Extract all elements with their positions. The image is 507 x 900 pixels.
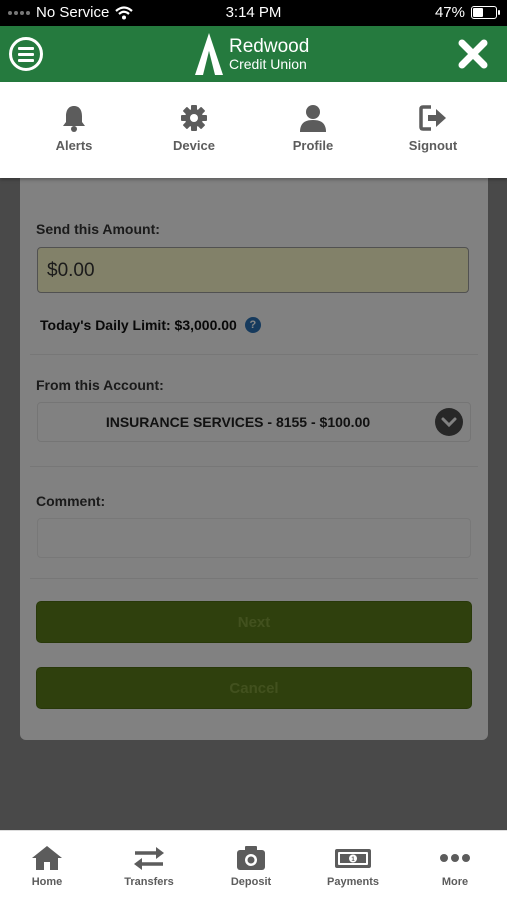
tab-deposit-label: Deposit bbox=[230, 876, 272, 888]
user-icon bbox=[300, 105, 326, 132]
device-action[interactable]: Device bbox=[134, 104, 254, 153]
tab-home-label: Home bbox=[31, 876, 63, 888]
signout-icon bbox=[419, 105, 446, 131]
battery-fill bbox=[473, 8, 483, 17]
transfer-icon bbox=[134, 847, 164, 870]
home-icon bbox=[32, 846, 62, 870]
logo-name: Redwood bbox=[229, 36, 310, 57]
redwood-logo: Redwood Credit Union bbox=[195, 33, 309, 75]
signout-action[interactable]: Signout bbox=[373, 104, 493, 153]
close-icon bbox=[458, 39, 488, 69]
profile-label: Profile bbox=[292, 138, 334, 153]
tab-payments[interactable]: 1 Payments bbox=[303, 845, 403, 888]
money-icon: 1 bbox=[335, 849, 371, 868]
battery-icon bbox=[471, 6, 500, 19]
content-area: Send this Amount: $0.00 Today's Daily Li… bbox=[0, 178, 507, 830]
camera-icon bbox=[237, 846, 265, 870]
alerts-action[interactable]: Alerts bbox=[14, 104, 134, 153]
menu-button[interactable] bbox=[9, 37, 43, 71]
app-header: Redwood Credit Union bbox=[0, 26, 507, 82]
device-label: Device bbox=[173, 138, 215, 153]
menu-line bbox=[18, 46, 34, 50]
menu-line bbox=[18, 52, 34, 56]
tab-home[interactable]: Home bbox=[0, 845, 97, 888]
logo-tree-icon bbox=[195, 33, 223, 75]
tab-payments-label: Payments bbox=[327, 876, 379, 888]
tab-more[interactable]: More bbox=[405, 845, 505, 888]
tab-transfers-label: Transfers bbox=[124, 876, 174, 888]
tab-deposit[interactable]: Deposit bbox=[201, 845, 301, 888]
more-icon bbox=[440, 854, 470, 862]
signout-label: Signout bbox=[408, 138, 458, 153]
tab-more-label: More bbox=[441, 876, 469, 888]
alerts-label: Alerts bbox=[55, 138, 93, 153]
close-button[interactable] bbox=[457, 38, 489, 70]
status-bar: No Service 3:14 PM 47% bbox=[0, 0, 507, 26]
menu-line bbox=[18, 58, 34, 62]
action-bar: Alerts Device Profile Signout bbox=[0, 82, 507, 178]
status-right: 47% bbox=[434, 4, 500, 21]
tab-transfers[interactable]: Transfers bbox=[99, 845, 199, 888]
profile-action[interactable]: Profile bbox=[253, 104, 373, 153]
bottom-tab-bar: Home Transfers Deposit 1 Payments More bbox=[0, 830, 507, 900]
modal-overlay[interactable] bbox=[0, 178, 507, 830]
battery-percent: 47% bbox=[434, 4, 465, 21]
logo-sub: Credit Union bbox=[229, 56, 307, 72]
gear-icon bbox=[181, 105, 207, 131]
bell-icon bbox=[63, 106, 85, 132]
status-time: 3:14 PM bbox=[225, 4, 282, 21]
